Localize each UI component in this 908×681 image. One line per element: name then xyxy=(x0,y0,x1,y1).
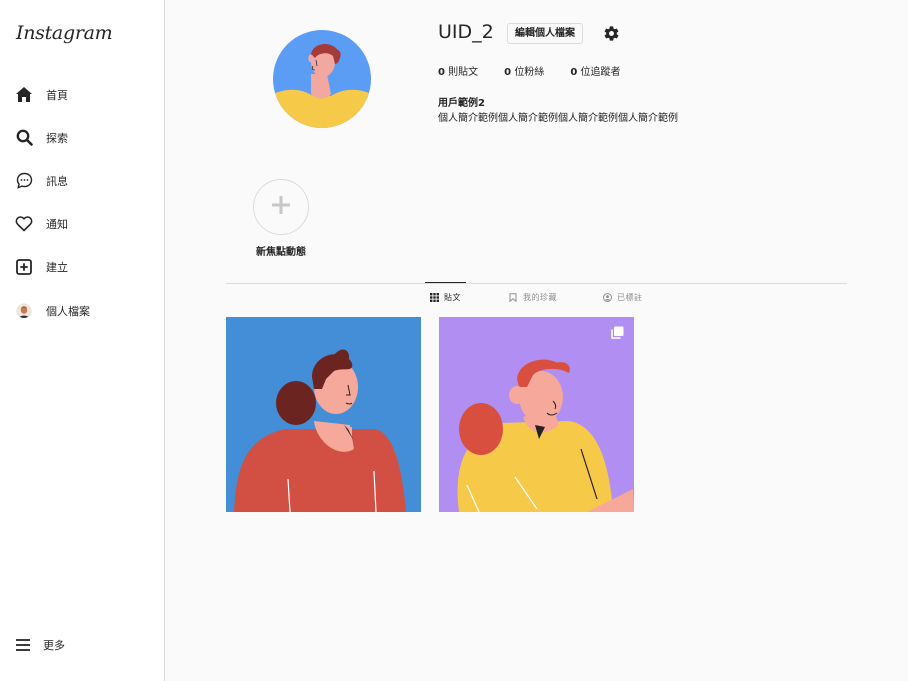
plus-square-icon xyxy=(15,258,33,276)
message-icon xyxy=(15,172,33,190)
multiple-photos-icon xyxy=(610,325,624,339)
following-label: 位追蹤者 xyxy=(580,67,621,78)
sidebar-item-label: 訊息 xyxy=(46,174,68,188)
sidebar: Instagram 首頁 探索 訊息 通知 建立 個人檔案 更多 xyxy=(0,0,165,681)
followers-label: 位粉絲 xyxy=(514,67,545,78)
tab-label: 我的珍藏 xyxy=(523,293,557,302)
tab-saved[interactable]: 我的珍藏 xyxy=(509,292,557,303)
sidebar-item-notifications[interactable]: 通知 xyxy=(0,203,164,246)
avatar-icon xyxy=(15,302,33,320)
new-highlight-label: 新焦點動態 xyxy=(256,247,306,258)
posts-stat: 0 則貼文 xyxy=(438,63,478,78)
edit-profile-button[interactable]: 編輯個人檔案 xyxy=(507,23,583,44)
sidebar-item-profile[interactable]: 個人檔案 xyxy=(0,289,164,332)
active-tab-indicator xyxy=(425,282,466,283)
tab-label: 貼文 xyxy=(444,293,461,302)
post-thumbnail[interactable] xyxy=(439,317,634,512)
followers-stat[interactable]: 0 位粉絲 xyxy=(504,63,544,78)
tagged-icon xyxy=(603,293,612,302)
sidebar-item-home[interactable]: 首頁 xyxy=(0,73,164,116)
new-highlight-button[interactable] xyxy=(253,179,309,235)
posts-count: 0 xyxy=(438,67,445,78)
plus-icon xyxy=(270,194,292,220)
bookmark-icon xyxy=(509,293,518,302)
sidebar-item-label: 建立 xyxy=(46,261,68,275)
profile-username: UID_2 xyxy=(438,21,494,43)
sidebar-item-label: 首頁 xyxy=(46,88,68,102)
sidebar-nav: 首頁 探索 訊息 通知 建立 個人檔案 xyxy=(0,73,164,332)
profile-avatar[interactable] xyxy=(273,30,371,128)
followers-count: 0 xyxy=(504,67,512,78)
following-stat[interactable]: 0 位追蹤者 xyxy=(570,63,620,78)
sidebar-item-messages[interactable]: 訊息 xyxy=(0,159,164,202)
heart-icon xyxy=(15,215,33,233)
home-icon xyxy=(15,86,33,104)
tab-label: 已標註 xyxy=(617,293,643,302)
tab-tagged[interactable]: 已標註 xyxy=(603,292,643,303)
following-count: 0 xyxy=(570,67,578,78)
profile-stats: 0 則貼文 0 位粉絲 0 位追蹤者 xyxy=(438,63,646,78)
profile-main: UID_2 編輯個人檔案 0 則貼文 0 位粉絲 0 位追蹤者 用戶範例2 個人… xyxy=(165,0,908,681)
profile-tabs: 貼文 我的珍藏 已標註 xyxy=(165,292,908,308)
sidebar-item-more[interactable]: 更多 xyxy=(15,637,65,653)
search-icon xyxy=(15,129,33,147)
tab-posts[interactable]: 貼文 xyxy=(430,292,461,303)
post-image xyxy=(439,317,634,512)
instagram-logo[interactable]: Instagram xyxy=(16,22,113,44)
profile-display-name: 用戶範例2 xyxy=(438,98,485,109)
sidebar-item-label: 更多 xyxy=(43,639,65,652)
sidebar-item-create[interactable]: 建立 xyxy=(0,246,164,289)
grid-icon xyxy=(430,293,439,302)
post-image xyxy=(226,317,421,512)
menu-icon xyxy=(15,637,31,653)
sidebar-item-label: 通知 xyxy=(46,218,68,232)
tabs-divider xyxy=(226,283,847,284)
profile-bio: 個人簡介範例個人簡介範例個人簡介範例個人簡介範例 xyxy=(438,113,678,124)
gear-icon[interactable] xyxy=(603,25,620,42)
sidebar-item-explore[interactable]: 探索 xyxy=(0,116,164,159)
posts-label: 則貼文 xyxy=(448,67,479,78)
post-thumbnail[interactable] xyxy=(226,317,421,512)
sidebar-item-label: 探索 xyxy=(46,131,68,145)
sidebar-item-label: 個人檔案 xyxy=(46,304,90,318)
